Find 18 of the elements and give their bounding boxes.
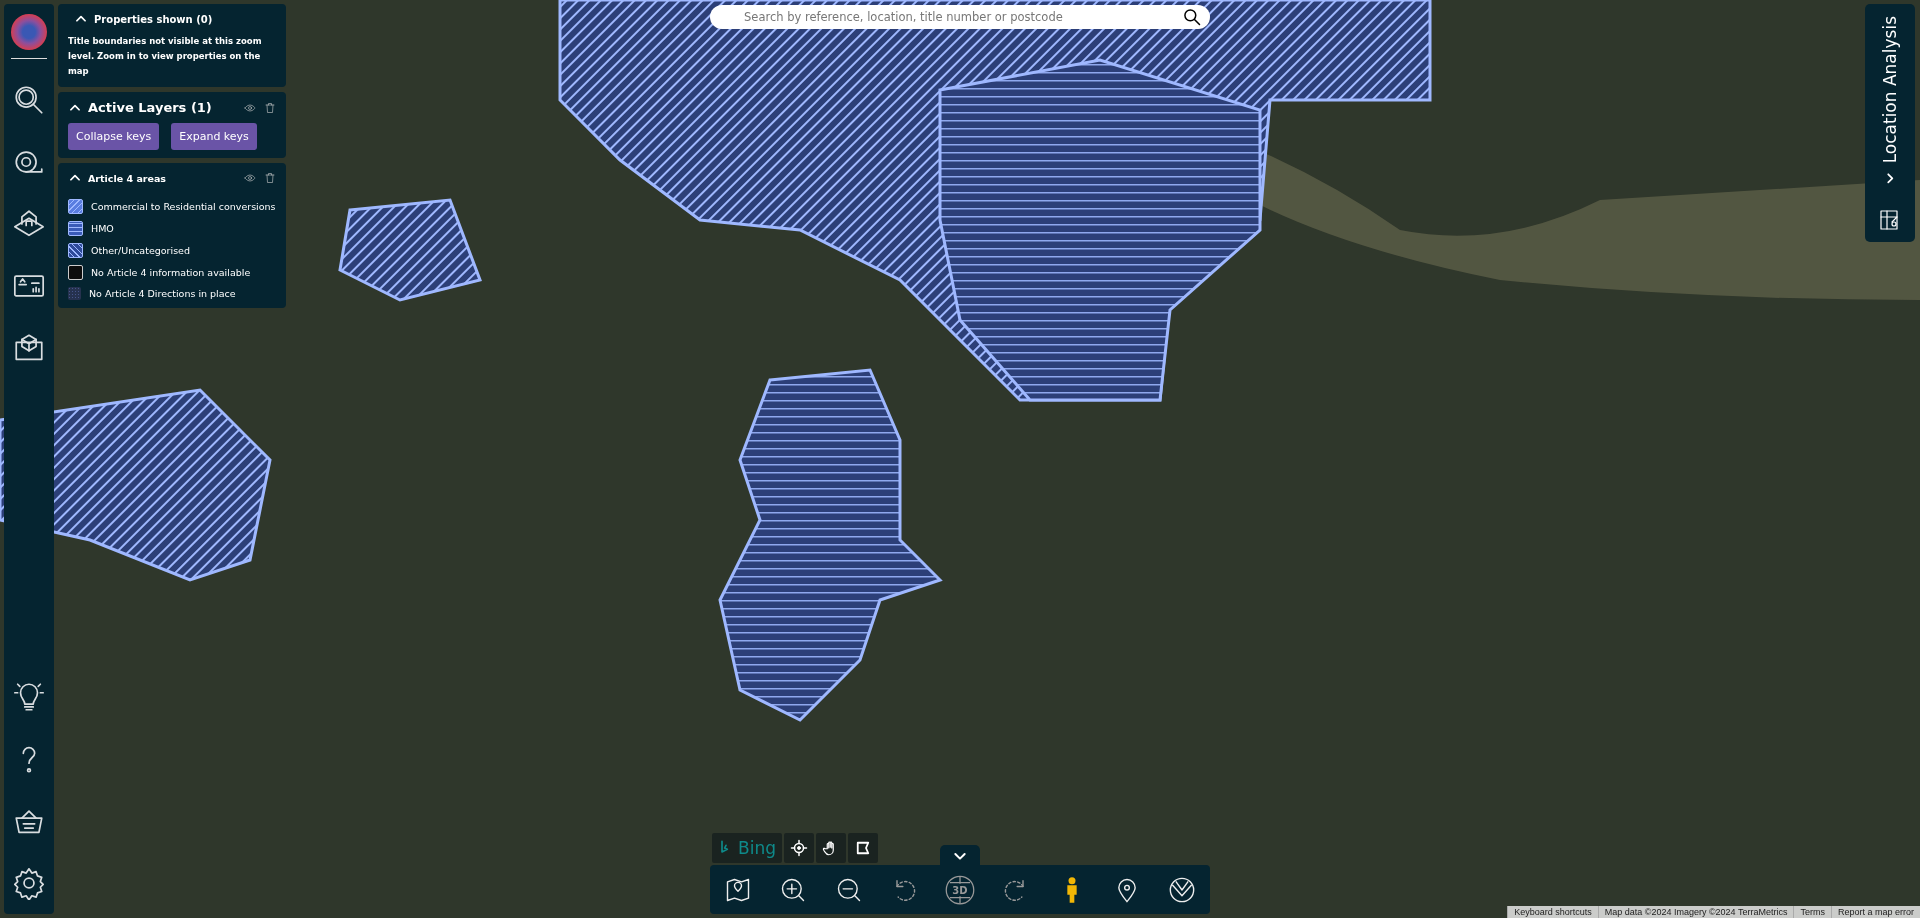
panel-title: Active Layers (1)	[88, 100, 213, 115]
location-analysis-tab[interactable]: Location Analysis	[1865, 4, 1915, 242]
search-field[interactable]: Search by reference, location, title number or postcode	[710, 5, 1210, 29]
zoom-message: Title boundaries not visible at this zoom level. Zoom in to view properties on the map	[68, 35, 263, 78]
bing-logo: Bing	[712, 833, 782, 863]
attribution-link[interactable]: Map data ©2024 Imagery ©2024 TerraMetrics	[1597, 906, 1794, 918]
attribution-link[interactable]: Keyboard shortcuts	[1507, 906, 1598, 918]
key-button[interactable]: Collapse keys	[68, 123, 160, 150]
attribution-link[interactable]: Terms	[1793, 906, 1831, 918]
layer-title: Article 4 areas	[88, 172, 167, 184]
legend-label: No Article 4 information available	[91, 267, 251, 278]
legend-label: Commercial to Residential conversions	[91, 201, 276, 212]
panel-title: Properties shown (0)	[94, 13, 213, 25]
legend-label: No Article 4 Directions in place	[89, 288, 236, 299]
legend-label: Other/Uncategorised	[91, 245, 190, 256]
key-button[interactable]: Expand keys	[171, 123, 257, 150]
legend-label: HMO	[91, 223, 114, 234]
attribution-link[interactable]: Report a map error	[1830, 906, 1920, 918]
